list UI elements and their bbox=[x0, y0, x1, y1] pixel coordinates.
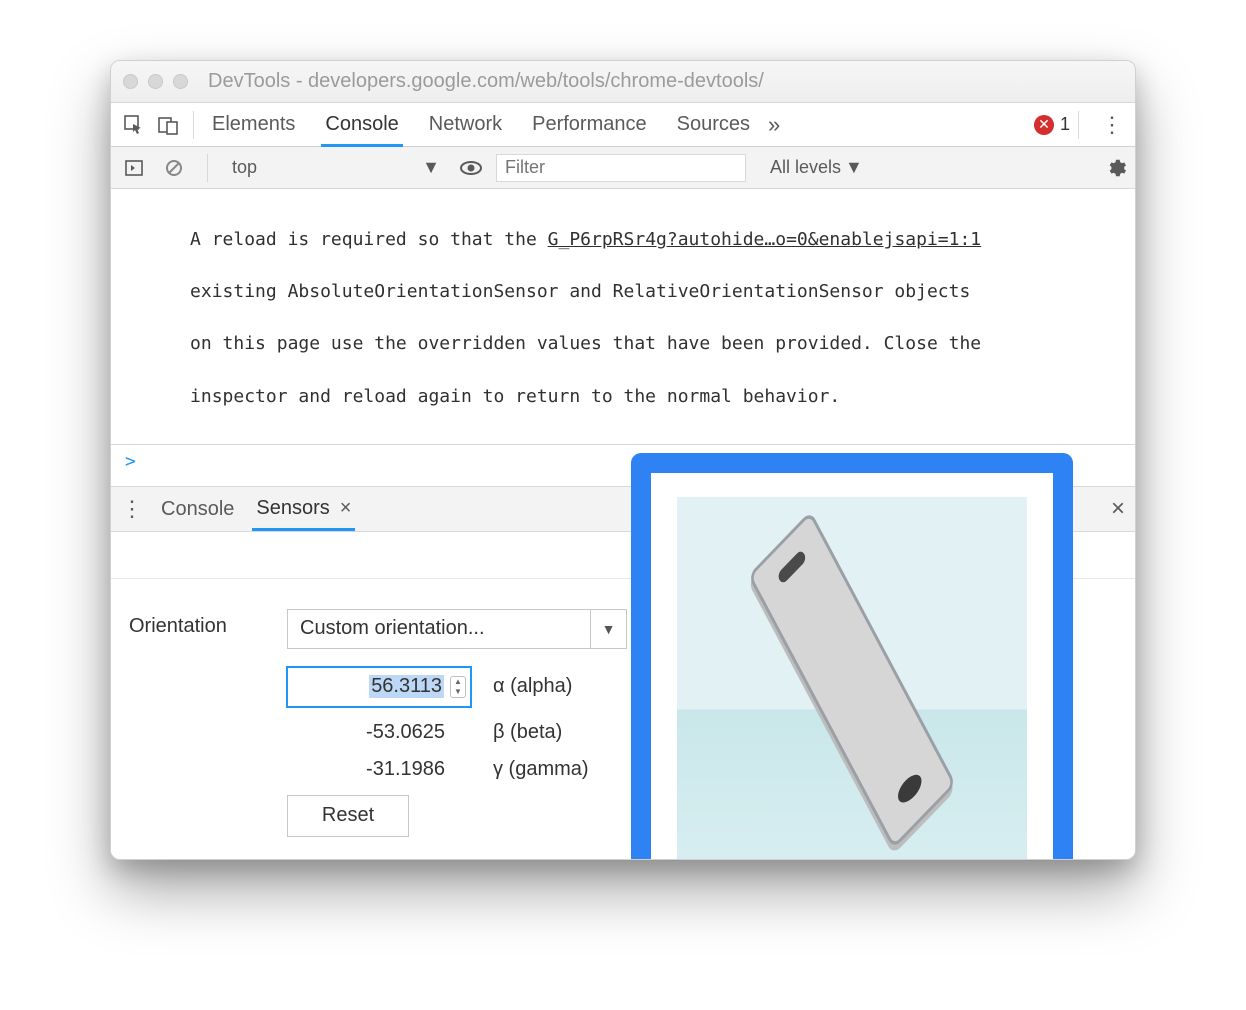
devtools-window: DevTools - developers.google.com/web/too… bbox=[110, 60, 1136, 860]
reset-label: Reset bbox=[322, 804, 374, 827]
console-source-link[interactable]: G_P6rpRSr4g?autohide…o=0&enablejsapi=1:1 bbox=[548, 229, 981, 250]
drawer-tab-label: Sensors bbox=[256, 497, 329, 520]
tab-console[interactable]: Console bbox=[321, 103, 402, 147]
drawer-menu-icon[interactable]: ⋮ bbox=[121, 496, 143, 522]
separator bbox=[193, 111, 194, 139]
console-toolbar: top ▼ All levels ▼ bbox=[111, 147, 1135, 189]
clear-console-icon[interactable] bbox=[159, 155, 189, 181]
close-tab-icon[interactable]: × bbox=[340, 497, 352, 520]
inspect-icon[interactable] bbox=[117, 109, 151, 141]
context-label: top bbox=[232, 157, 257, 178]
console-text: existing AbsoluteOrientationSensor and R… bbox=[190, 281, 970, 302]
window-title: DevTools - developers.google.com/web/too… bbox=[204, 70, 1123, 93]
drawer-tabs: Console Sensors × bbox=[157, 487, 355, 531]
orientation-preview[interactable] bbox=[677, 497, 1027, 860]
drawer-tab-sensors[interactable]: Sensors × bbox=[252, 487, 355, 531]
separator bbox=[1078, 111, 1079, 139]
minimize-dot[interactable] bbox=[148, 74, 163, 89]
main-tabs: Elements Console Network Performance Sou… bbox=[208, 103, 754, 147]
tab-performance[interactable]: Performance bbox=[528, 103, 651, 147]
drawer-tab-console[interactable]: Console bbox=[157, 487, 238, 531]
title-bar: DevTools - developers.google.com/web/too… bbox=[111, 61, 1135, 103]
gamma-input[interactable]: -31.1986 bbox=[287, 758, 471, 781]
gamma-value: -31.1986 bbox=[366, 758, 445, 780]
device-toggle-icon[interactable] bbox=[151, 109, 185, 141]
error-icon: ✕ bbox=[1034, 115, 1054, 135]
reset-button[interactable]: Reset bbox=[287, 795, 409, 837]
chevron-down-icon: ▼ bbox=[845, 157, 863, 178]
error-count-badge[interactable]: ✕ 1 bbox=[1034, 114, 1070, 135]
drawer-close-icon[interactable]: × bbox=[1111, 495, 1125, 523]
stepper-icon[interactable]: ▲▼ bbox=[450, 676, 466, 698]
orientation-label: Orientation bbox=[129, 609, 287, 638]
chevron-down-icon: ▼ bbox=[422, 157, 440, 178]
console-settings-icon[interactable] bbox=[1105, 157, 1127, 179]
separator bbox=[207, 154, 208, 182]
levels-label: All levels bbox=[770, 157, 841, 178]
beta-input[interactable]: -53.0625 bbox=[287, 721, 471, 744]
zoom-dot[interactable] bbox=[173, 74, 188, 89]
tab-sources[interactable]: Sources bbox=[673, 103, 754, 147]
orientation-select[interactable]: Custom orientation... ▼ bbox=[287, 609, 627, 649]
beta-value: -53.0625 bbox=[366, 721, 445, 743]
beta-label: β (beta) bbox=[493, 721, 562, 744]
select-value: Custom orientation... bbox=[300, 617, 485, 640]
live-expression-icon[interactable] bbox=[456, 155, 486, 181]
console-sidebar-toggle-icon[interactable] bbox=[119, 155, 149, 181]
orientation-preview-highlight bbox=[631, 453, 1073, 860]
alpha-input[interactable]: 56.3113 ▲▼ bbox=[287, 667, 471, 707]
more-tabs-icon[interactable]: » bbox=[768, 112, 780, 138]
gamma-label: γ (gamma) bbox=[493, 758, 589, 781]
console-text: A reload is required so that the bbox=[190, 229, 548, 250]
tab-network[interactable]: Network bbox=[425, 103, 506, 147]
tab-elements[interactable]: Elements bbox=[208, 103, 299, 147]
console-text: inspector and reload again to return to … bbox=[190, 386, 840, 407]
error-count: 1 bbox=[1060, 114, 1070, 135]
console-text: on this page use the overridden values t… bbox=[190, 333, 981, 354]
console-filter-input[interactable] bbox=[496, 154, 746, 182]
console-output: A reload is required so that the G_P6rpR… bbox=[111, 189, 1135, 445]
execution-context-selector[interactable]: top ▼ bbox=[226, 155, 446, 180]
main-tabs-bar: Elements Console Network Performance Sou… bbox=[111, 103, 1135, 147]
traffic-lights bbox=[123, 74, 188, 89]
alpha-label: α (alpha) bbox=[493, 675, 572, 698]
main-menu-icon[interactable]: ⋮ bbox=[1101, 112, 1123, 138]
device-model-icon[interactable] bbox=[748, 511, 956, 850]
chevron-down-icon: ▼ bbox=[590, 610, 626, 648]
alpha-value: 56.3113 bbox=[369, 675, 444, 698]
close-dot[interactable] bbox=[123, 74, 138, 89]
log-levels-selector[interactable]: All levels ▼ bbox=[770, 157, 863, 178]
drawer-tab-label: Console bbox=[161, 498, 234, 521]
